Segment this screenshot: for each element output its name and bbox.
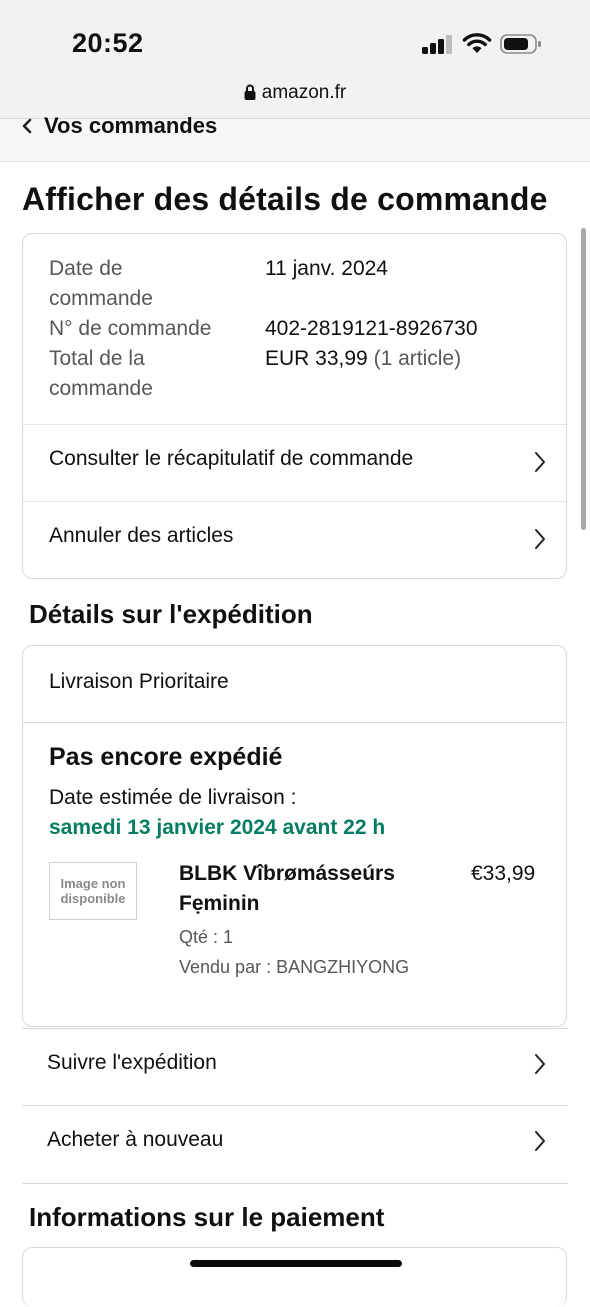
product-image-placeholder[interactable]: Image non disponible (49, 862, 137, 920)
order-item-count: (1 article) (373, 347, 462, 370)
eta-label: Date estimée de livraison : (49, 786, 297, 809)
page-title: Afficher des détails de commande (22, 181, 548, 217)
order-total-amount: EUR 33,99 (265, 347, 368, 370)
product-seller: Vendu par : BANGZHIYONG (179, 957, 410, 977)
image-placeholder-text: Image non disponible (60, 876, 125, 906)
lock-icon (244, 84, 256, 100)
chevron-right-icon (535, 529, 545, 549)
track-shipment-link[interactable]: Suivre l'expédition (22, 1028, 568, 1106)
view-order-summary-link[interactable]: Consulter le récapitulatif de commande (23, 424, 566, 501)
product-title-line: BLBK Vîbrømásseúrs (179, 862, 395, 885)
order-date-label: Date de commande (49, 254, 153, 314)
wifi-icon (462, 33, 492, 53)
shipment-card: Livraison Prioritaire Pas encore expédié… (22, 645, 567, 1027)
order-total-label-line: commande (49, 377, 153, 400)
shipping-method: Livraison Prioritaire (49, 670, 229, 693)
order-summary-card: Date de commande 11 janv. 2024 N° de com… (22, 233, 567, 579)
image-placeholder-line: disponible (60, 891, 126, 906)
chevron-right-icon (535, 452, 545, 472)
clock: 20:52 (72, 28, 144, 58)
buy-again-label: Acheter à nouveau (47, 1128, 224, 1151)
order-total-label: Total de la commande (49, 344, 153, 404)
battery-icon (500, 34, 541, 54)
chevron-right-icon (535, 1054, 545, 1074)
breadcrumb: Vos commandes (0, 113, 590, 162)
track-shipment-label: Suivre l'expédition (47, 1051, 217, 1074)
payment-card (22, 1247, 567, 1307)
chevron-left-icon (22, 118, 32, 134)
view-order-summary-label: Consulter le récapitulatif de commande (49, 447, 414, 470)
buy-again-link[interactable]: Acheter à nouveau (22, 1105, 568, 1184)
breadcrumb-label: Vos commandes (44, 113, 218, 138)
address-bar[interactable]: amazon.fr (0, 82, 590, 104)
eta-value: samedi 13 janvier 2024 avant 22 h (49, 816, 386, 839)
product-price: €33,99 (471, 862, 536, 885)
shipment-details: Pas encore expédié Date estimée de livra… (23, 722, 566, 1027)
status-bar: 20:52 amazon.fr (0, 0, 590, 118)
cellular-signal-icon (422, 35, 452, 54)
home-indicator[interactable] (190, 1260, 402, 1267)
payment-section-title: Informations sur le paiement (29, 1202, 385, 1232)
image-placeholder-line: Image non (60, 876, 126, 891)
chevron-right-icon (535, 1131, 545, 1151)
order-date-label-line: Date de (49, 257, 123, 280)
product-title-line: Fẹminin (179, 892, 260, 915)
url-text: amazon.fr (261, 82, 347, 103)
shipment-status: Pas encore expédié (49, 743, 283, 771)
page-scrollbar[interactable] (581, 228, 586, 530)
cancel-items-label: Annuler des articles (49, 524, 234, 547)
back-to-orders-link[interactable]: Vos commandes (20, 113, 217, 139)
order-number-label: N° de commande (49, 317, 212, 340)
shipping-section-title: Détails sur l'expédition (29, 599, 313, 629)
product-title[interactable]: BLBK Vîbrømásseúrs Fẹminin (179, 859, 395, 919)
order-total-value: EUR 33,99 (1 article) (265, 344, 461, 374)
cancel-items-link[interactable]: Annuler des articles (23, 501, 566, 578)
order-total-label-line: Total de la (49, 347, 145, 370)
order-number-value: 402-2819121-8926730 (265, 317, 478, 340)
order-date-value: 11 janv. 2024 (265, 257, 388, 280)
product-quantity: Qté : 1 (179, 927, 234, 947)
order-date-label-line: commande (49, 287, 153, 310)
